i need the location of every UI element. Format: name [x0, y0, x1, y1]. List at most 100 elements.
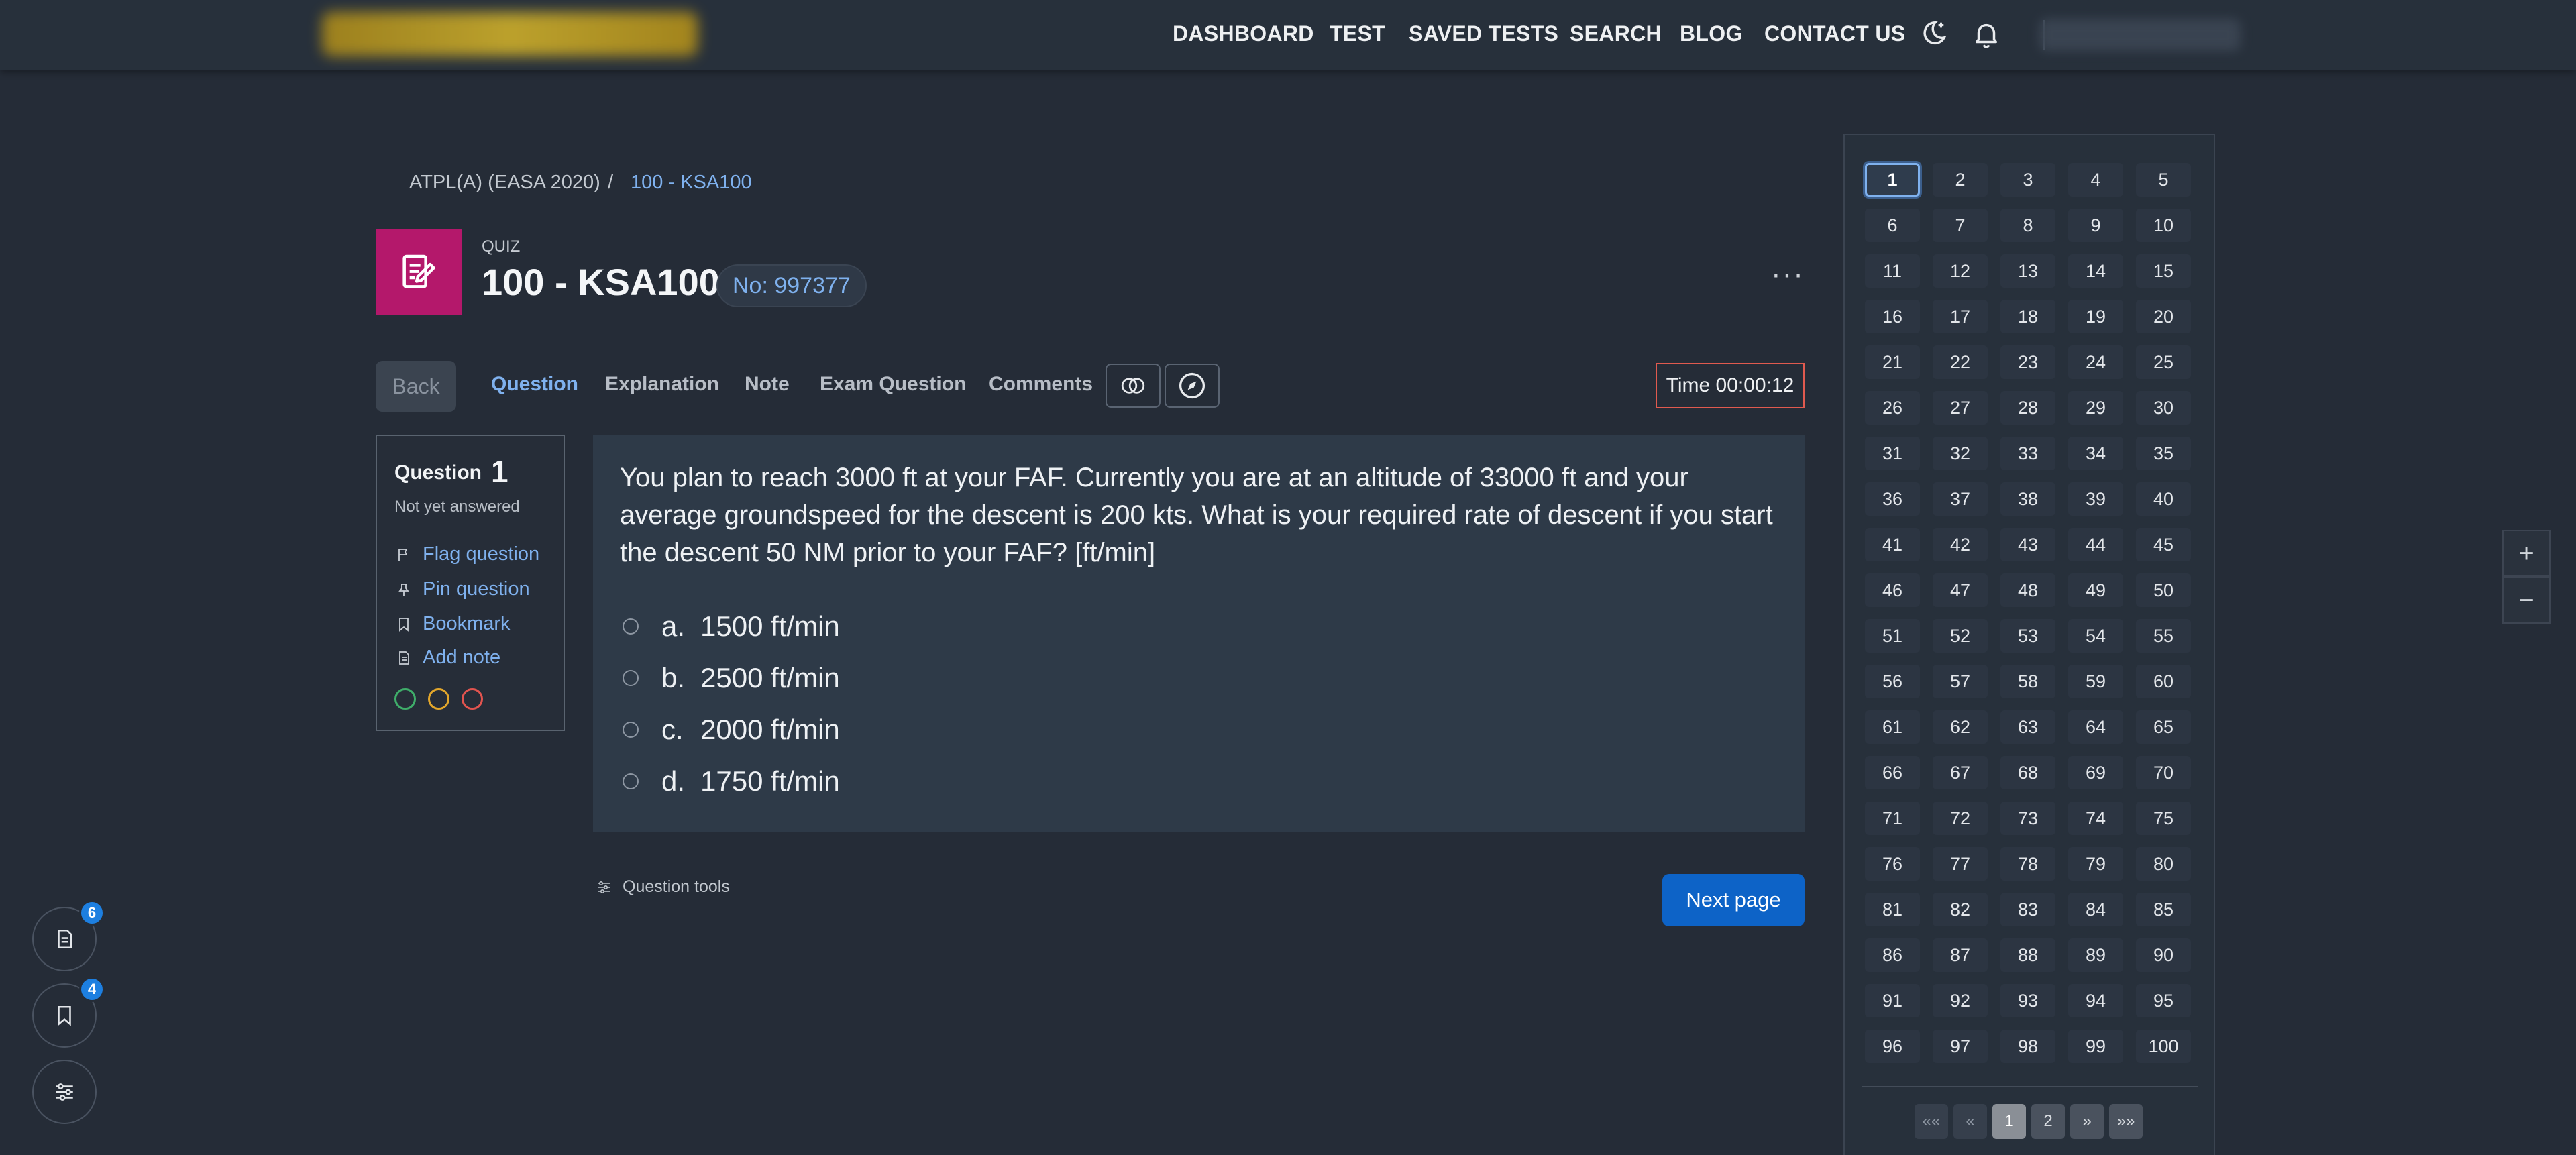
pagination-first[interactable]: ««	[1915, 1104, 1948, 1139]
question-nav-cell[interactable]: 78	[2000, 847, 2055, 881]
nav-blog[interactable]: BLOG	[1680, 21, 1743, 46]
nav-search[interactable]: SEARCH	[1570, 21, 1662, 46]
question-nav-cell[interactable]: 48	[2000, 573, 2055, 607]
question-nav-cell[interactable]: 26	[1865, 391, 1920, 425]
question-nav-cell[interactable]: 43	[2000, 528, 2055, 561]
question-nav-cell[interactable]: 87	[1933, 938, 1988, 972]
pagination-page-1[interactable]: 1	[1992, 1104, 2026, 1139]
question-nav-cell[interactable]: 72	[1933, 802, 1988, 835]
question-nav-cell[interactable]: 83	[2000, 893, 2055, 926]
question-nav-cell[interactable]: 55	[2136, 619, 2191, 653]
question-nav-cell[interactable]: 39	[2068, 482, 2123, 516]
question-nav-cell[interactable]: 91	[1865, 984, 1920, 1018]
question-nav-cell[interactable]: 88	[2000, 938, 2055, 972]
question-nav-cell[interactable]: 62	[1933, 710, 1988, 744]
question-nav-cell[interactable]: 10	[2136, 209, 2191, 242]
question-nav-cell[interactable]: 58	[2000, 665, 2055, 698]
question-nav-cell[interactable]: 77	[1933, 847, 1988, 881]
question-nav-cell[interactable]: 11	[1865, 254, 1920, 288]
question-nav-cell[interactable]: 86	[1865, 938, 1920, 972]
question-nav-cell[interactable]: 100	[2136, 1030, 2191, 1063]
bookmark-link[interactable]: Bookmark	[396, 613, 511, 635]
answer-radio[interactable]	[623, 618, 639, 635]
question-nav-cell[interactable]: 25	[2136, 345, 2191, 379]
question-nav-cell[interactable]: 95	[2136, 984, 2191, 1018]
question-nav-cell[interactable]: 22	[1933, 345, 1988, 379]
user-profile-menu[interactable]	[2039, 19, 2241, 51]
question-nav-cell[interactable]: 42	[1933, 528, 1988, 561]
question-nav-cell[interactable]: 1	[1865, 163, 1920, 197]
question-nav-cell[interactable]: 63	[2000, 710, 2055, 744]
question-nav-cell[interactable]: 53	[2000, 619, 2055, 653]
question-nav-cell[interactable]: 31	[1865, 437, 1920, 470]
question-nav-cell[interactable]: 74	[2068, 802, 2123, 835]
question-nav-cell[interactable]: 14	[2068, 254, 2123, 288]
question-nav-cell[interactable]: 81	[1865, 893, 1920, 926]
question-nav-cell[interactable]: 57	[1933, 665, 1988, 698]
back-button[interactable]: Back	[376, 361, 456, 412]
question-nav-cell[interactable]: 32	[1933, 437, 1988, 470]
question-nav-cell[interactable]: 19	[2068, 300, 2123, 333]
question-nav-cell[interactable]: 47	[1933, 573, 1988, 607]
answer-option-c[interactable]: c. 2000 ft/min	[623, 714, 840, 746]
question-nav-cell[interactable]: 67	[1933, 756, 1988, 789]
more-options-icon[interactable]: ···	[1771, 258, 1805, 291]
nav-dashboard[interactable]: DASHBOARD	[1173, 21, 1314, 46]
question-nav-cell[interactable]: 69	[2068, 756, 2123, 789]
question-nav-cell[interactable]: 18	[2000, 300, 2055, 333]
question-nav-cell[interactable]: 71	[1865, 802, 1920, 835]
question-tools-toggle[interactable]: Question tools	[596, 877, 730, 897]
question-nav-cell[interactable]: 60	[2136, 665, 2191, 698]
question-nav-cell[interactable]: 3	[2000, 163, 2055, 197]
theme-moon-icon[interactable]	[1917, 19, 1948, 50]
site-logo[interactable]	[322, 12, 698, 56]
zoom-in-button[interactable]: +	[2502, 530, 2551, 577]
tab-exam-question[interactable]: Exam Question	[820, 373, 966, 396]
question-nav-cell[interactable]: 56	[1865, 665, 1920, 698]
question-nav-cell[interactable]: 36	[1865, 482, 1920, 516]
flag-question-link[interactable]: Flag question	[396, 543, 539, 565]
nav-test[interactable]: TEST	[1330, 21, 1385, 46]
answer-option-b[interactable]: b. 2500 ft/min	[623, 662, 840, 694]
answer-option-d[interactable]: d. 1750 ft/min	[623, 765, 840, 798]
question-nav-cell[interactable]: 5	[2136, 163, 2191, 197]
tab-question[interactable]: Question	[491, 373, 578, 396]
next-page-button[interactable]: Next page	[1662, 874, 1805, 926]
tab-comments[interactable]: Comments	[989, 373, 1093, 396]
question-nav-cell[interactable]: 70	[2136, 756, 2191, 789]
question-nav-cell[interactable]: 54	[2068, 619, 2123, 653]
pagination-next[interactable]: »	[2070, 1104, 2104, 1139]
question-nav-cell[interactable]: 68	[2000, 756, 2055, 789]
question-nav-cell[interactable]: 79	[2068, 847, 2123, 881]
add-note-link[interactable]: Add note	[396, 647, 500, 669]
question-nav-cell[interactable]: 50	[2136, 573, 2191, 607]
question-nav-cell[interactable]: 27	[1933, 391, 1988, 425]
question-nav-cell[interactable]: 7	[1933, 209, 1988, 242]
question-nav-cell[interactable]: 4	[2068, 163, 2123, 197]
question-nav-cell[interactable]: 12	[1933, 254, 1988, 288]
question-nav-cell[interactable]: 99	[2068, 1030, 2123, 1063]
question-nav-cell[interactable]: 41	[1865, 528, 1920, 561]
question-nav-cell[interactable]: 17	[1933, 300, 1988, 333]
question-nav-cell[interactable]: 64	[2068, 710, 2123, 744]
question-nav-cell[interactable]: 16	[1865, 300, 1920, 333]
question-nav-cell[interactable]: 45	[2136, 528, 2191, 561]
question-nav-cell[interactable]: 92	[1933, 984, 1988, 1018]
pin-question-link[interactable]: Pin question	[396, 578, 530, 600]
question-nav-cell[interactable]: 21	[1865, 345, 1920, 379]
question-nav-cell[interactable]: 30	[2136, 391, 2191, 425]
mark-yellow-button[interactable]	[428, 688, 449, 710]
settings-fab-button[interactable]	[32, 1060, 97, 1124]
question-nav-cell[interactable]: 61	[1865, 710, 1920, 744]
question-nav-cell[interactable]: 28	[2000, 391, 2055, 425]
question-nav-cell[interactable]: 44	[2068, 528, 2123, 561]
navigate-button[interactable]	[1165, 364, 1220, 408]
question-nav-cell[interactable]: 24	[2068, 345, 2123, 379]
question-nav-cell[interactable]: 46	[1865, 573, 1920, 607]
question-nav-cell[interactable]: 96	[1865, 1030, 1920, 1063]
question-nav-cell[interactable]: 85	[2136, 893, 2191, 926]
question-nav-cell[interactable]: 84	[2068, 893, 2123, 926]
bell-icon[interactable]	[1971, 19, 2002, 50]
breadcrumb-root[interactable]: ATPL(A) (EASA 2020)	[409, 172, 600, 194]
pagination-prev[interactable]: «	[1953, 1104, 1987, 1139]
